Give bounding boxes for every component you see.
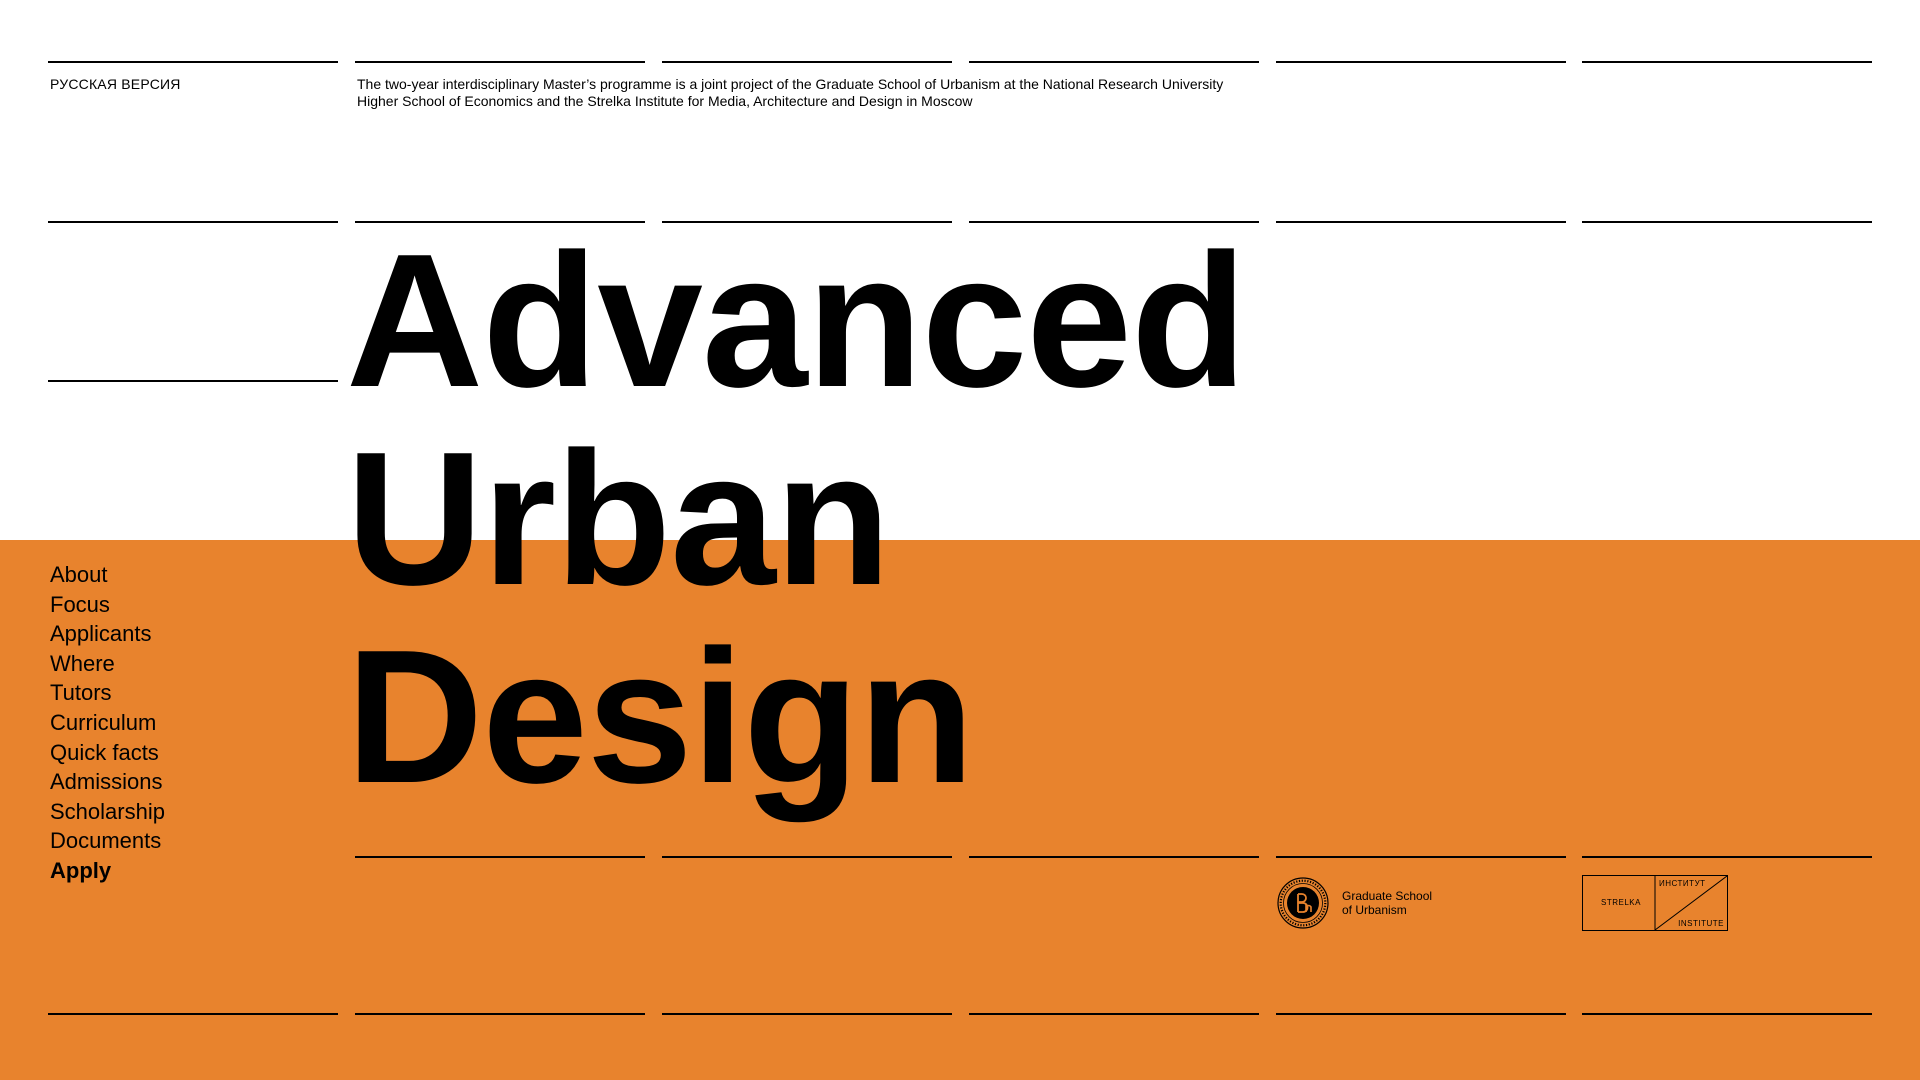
- nav-link-admissions[interactable]: Admissions: [50, 769, 162, 794]
- nav-item: Admissions: [50, 767, 165, 797]
- page-title-line-1: Advanced: [346, 215, 1247, 427]
- nav-link-documents[interactable]: Documents: [50, 828, 161, 853]
- strelka-logo-label: STRELKA: [1601, 898, 1641, 907]
- nav-item: Apply: [50, 856, 165, 886]
- grid-rule: [48, 61, 338, 63]
- nav-link-about[interactable]: About: [50, 562, 108, 587]
- grid-rule: [1276, 221, 1566, 223]
- nav-link-curriculum[interactable]: Curriculum: [50, 710, 156, 735]
- grid-rule: [969, 61, 1259, 63]
- hse-logo-text-line: of Urbanism: [1342, 903, 1407, 917]
- grid-rule: [1582, 61, 1872, 63]
- grid-rule: [355, 856, 645, 858]
- nav-link-focus[interactable]: Focus: [50, 592, 110, 617]
- nav-item: Where: [50, 649, 165, 679]
- grid-rule: [48, 380, 338, 382]
- hse-logo-text-line: Graduate School: [1342, 889, 1433, 903]
- nav-link-applicants[interactable]: Applicants: [50, 621, 152, 646]
- nav-item: About: [50, 560, 165, 590]
- nav-link-scholarship[interactable]: Scholarship: [50, 799, 165, 824]
- hse-logo-text: Graduate School of Urbanism: [1342, 889, 1432, 917]
- grid-rule: [1276, 856, 1566, 858]
- grid-rule: [48, 1013, 338, 1015]
- russian-version-link[interactable]: РУССКАЯ ВЕРСИЯ: [50, 76, 181, 92]
- strelka-logo-label-ru: ИНСТИТУТ: [1659, 879, 1706, 888]
- strelka-logo-label-en: INSTITUTE: [1678, 919, 1724, 928]
- page-title-line-2: Urban: [346, 413, 891, 625]
- nav-link-apply[interactable]: Apply: [50, 858, 111, 883]
- nav-link-tutors[interactable]: Tutors: [50, 680, 112, 705]
- nav-link-where[interactable]: Where: [50, 651, 115, 676]
- nav-item: Scholarship: [50, 797, 165, 827]
- grid-rule: [48, 221, 338, 223]
- grid-rule: [1582, 221, 1872, 223]
- nav-item: Documents: [50, 826, 165, 856]
- hse-seal-icon: [1277, 877, 1329, 929]
- programme-description-line: Higher School of Economics and the Strel…: [357, 93, 973, 109]
- nav-link-quick-facts[interactable]: Quick facts: [50, 740, 159, 765]
- main-navigation: About Focus Applicants Where Tutors Curr…: [50, 560, 165, 886]
- nav-item: Applicants: [50, 619, 165, 649]
- hse-graduate-school-logo[interactable]: Graduate School of Urbanism: [1276, 876, 1432, 930]
- programme-description: The two-year interdisciplinary Master’s …: [357, 76, 1277, 110]
- grid-rule: [1582, 1013, 1872, 1015]
- grid-rule: [969, 1013, 1259, 1015]
- grid-rule: [355, 1013, 645, 1015]
- grid-rule: [355, 61, 645, 63]
- grid-rule: [1582, 856, 1872, 858]
- grid-rule: [1276, 1013, 1566, 1015]
- grid-rule: [969, 856, 1259, 858]
- grid-rule: [662, 1013, 952, 1015]
- nav-item: Quick facts: [50, 738, 165, 768]
- nav-item: Curriculum: [50, 708, 165, 738]
- nav-item: Tutors: [50, 678, 165, 708]
- nav-item: Focus: [50, 590, 165, 620]
- page-title: Advanced Urban Design: [346, 215, 1247, 823]
- strelka-institute-logo[interactable]: STRELKA ИНСТИТУТ INSTITUTE: [1582, 875, 1728, 931]
- grid-rule: [662, 856, 952, 858]
- grid-rule: [662, 61, 952, 63]
- programme-description-line: The two-year interdisciplinary Master’s …: [357, 76, 1224, 92]
- grid-rule: [1276, 61, 1566, 63]
- page-title-line-3: Design: [346, 611, 974, 823]
